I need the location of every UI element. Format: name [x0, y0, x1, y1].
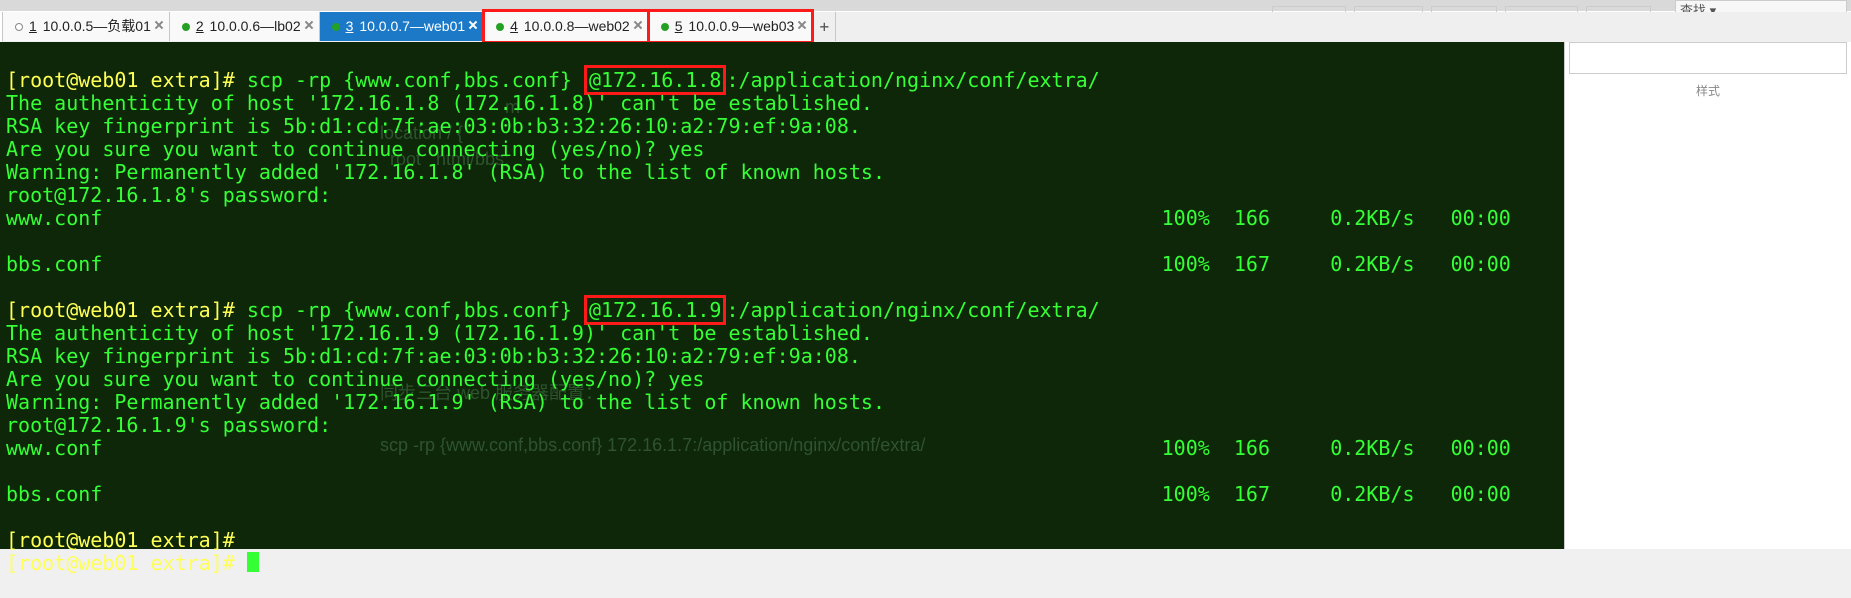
terminal-output: [root@web01 extra]# scp -rp {www.conf,bb…	[6, 46, 1559, 598]
tab-label: 10.0.0.6—lb02	[210, 18, 301, 34]
close-icon[interactable]	[154, 20, 164, 30]
terminal-pane[interactable]: m location / { root html/bbs; 同步三台 web 服…	[0, 42, 1565, 549]
session-tab[interactable]: 3 10.0.0.7—web01	[320, 12, 485, 41]
status-dot-icon	[182, 23, 190, 31]
tab-index: 4	[510, 18, 518, 34]
tab-index: 1	[29, 18, 37, 34]
close-icon[interactable]	[633, 20, 643, 30]
status-dot-icon	[496, 23, 504, 31]
tab-label: 10.0.0.7—web01	[359, 18, 465, 34]
tab-index: 2	[196, 18, 204, 34]
status-dot-icon	[332, 23, 340, 31]
status-dot-icon	[15, 23, 23, 31]
style-group-label: 样式	[1565, 80, 1851, 101]
tab-label: 10.0.0.9—web03	[688, 18, 794, 34]
close-icon[interactable]	[797, 20, 807, 30]
status-dot-icon	[661, 23, 669, 31]
session-tab[interactable]: 2 10.0.0.6—lb02	[170, 12, 320, 41]
close-icon[interactable]	[468, 20, 478, 30]
session-tab[interactable]: 4 10.0.0.8—web02	[484, 12, 649, 41]
cursor	[247, 552, 259, 572]
new-tab-button[interactable]: +	[813, 12, 836, 41]
tab-index: 3	[346, 18, 354, 34]
tab-index: 5	[675, 18, 683, 34]
tab-label: 10.0.0.5—负载01	[43, 18, 151, 34]
close-icon[interactable]	[304, 20, 314, 30]
terminal-tab-strip: 1 10.0.0.5—负载012 10.0.0.6—lb023 10.0.0.7…	[2, 12, 1851, 43]
session-tab[interactable]: 1 10.0.0.5—负载01	[2, 12, 170, 41]
word-right-pane: 样式	[1564, 42, 1851, 549]
session-tab[interactable]: 5 10.0.0.9—web03	[649, 12, 814, 41]
tab-label: 10.0.0.8—web02	[524, 18, 630, 34]
